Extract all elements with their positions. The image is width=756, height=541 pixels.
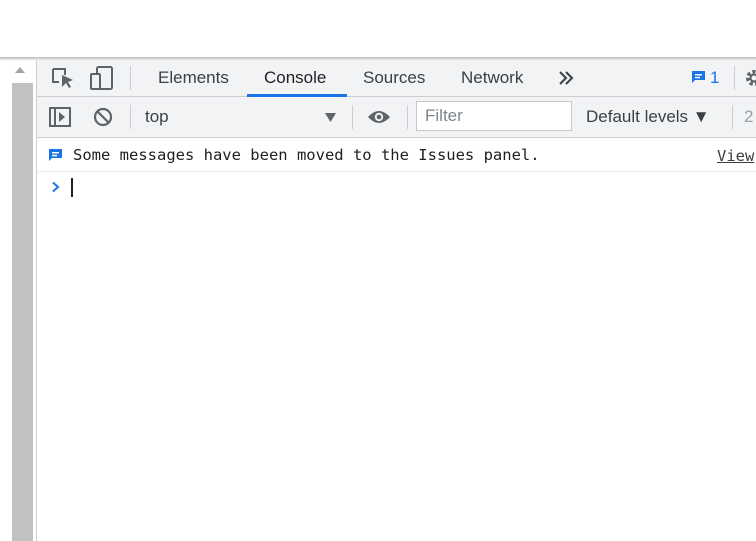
- tab-console[interactable]: Console: [264, 60, 326, 96]
- settings-gear-icon[interactable]: [744, 68, 756, 88]
- device-toolbar-icon[interactable]: [89, 65, 115, 91]
- dropdown-arrow-icon: [325, 113, 336, 122]
- toolbar-separator: [407, 105, 408, 129]
- tabbar-separator: [734, 66, 735, 90]
- console-input-caret[interactable]: [71, 178, 73, 197]
- console-toolbar: top Default levels ▼ 2: [37, 97, 756, 138]
- info-message-icon: [49, 149, 62, 161]
- live-expression-eye-icon[interactable]: [367, 109, 391, 125]
- toolbar-separator: [130, 105, 131, 129]
- log-levels-dropdown[interactable]: Default levels ▼: [586, 107, 710, 127]
- scrollbar-thumb[interactable]: [12, 83, 33, 541]
- devtools-tabbar: Elements Console Sources Network 1: [37, 60, 756, 97]
- page-content-area: [0, 0, 756, 57]
- toolbar-separator: [352, 105, 353, 129]
- clear-console-icon[interactable]: [93, 107, 113, 127]
- tab-elements[interactable]: Elements: [158, 60, 229, 96]
- console-message-row: Some messages have been moved to the Iss…: [37, 138, 756, 172]
- tab-sources[interactable]: Sources: [363, 60, 425, 96]
- tab-network[interactable]: Network: [461, 60, 523, 96]
- toolbar-separator: [732, 105, 733, 129]
- console-output[interactable]: Some messages have been moved to the Iss…: [37, 138, 756, 541]
- scroll-up-arrow-icon[interactable]: [15, 67, 25, 73]
- tabbar-separator: [130, 66, 131, 90]
- inspect-element-icon[interactable]: [51, 67, 75, 89]
- hidden-messages-count: 2: [744, 107, 754, 126]
- devtools-panel: Elements Console Sources Network 1 top F…: [36, 60, 756, 541]
- context-selector[interactable]: top: [135, 101, 345, 133]
- filter-input[interactable]: [416, 101, 572, 131]
- console-message-text: Some messages have been moved to the Iss…: [73, 146, 540, 164]
- view-issues-link[interactable]: View: [717, 147, 754, 165]
- show-sidebar-icon[interactable]: [49, 107, 71, 127]
- issue-message-icon: [692, 71, 705, 83]
- context-selector-value: top: [145, 107, 169, 126]
- console-prompt-chevron-icon: [52, 181, 60, 193]
- more-tabs-icon[interactable]: [558, 71, 574, 85]
- issues-count: 1: [710, 68, 720, 87]
